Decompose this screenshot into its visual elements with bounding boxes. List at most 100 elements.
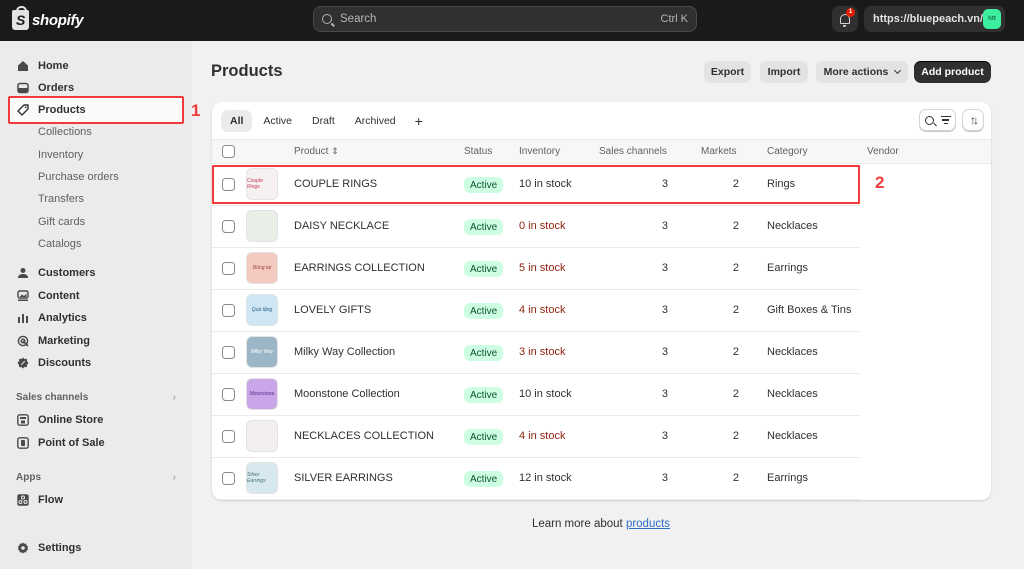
shopify-bag-icon: S <box>12 6 29 30</box>
sidebar-item-content[interactable]: Content <box>16 286 80 306</box>
notifications-button[interactable]: 1 <box>832 6 858 32</box>
row-highlight-box <box>212 165 860 204</box>
sidebar-item-orders[interactable]: Orders <box>16 78 74 98</box>
sidebar-item-label: Customers <box>38 267 96 279</box>
search-placeholder: Search <box>340 13 377 25</box>
sidebar-item-online-store[interactable]: Online Store <box>16 410 103 430</box>
sales-channels-value: 3 <box>661 472 668 484</box>
products-help-link[interactable]: products <box>626 518 670 530</box>
table-row[interactable]: DAISY NECKLACE Active 0 in stock 3 2 Necklace… <box>212 206 860 248</box>
sidebar-subitem-transfers[interactable]: Transfers <box>38 190 84 208</box>
sidebar-item-flow[interactable]: Flow <box>16 490 63 510</box>
more-actions-button[interactable]: More actions <box>816 61 908 83</box>
row-checkbox[interactable] <box>222 346 235 359</box>
product-thumbnail <box>246 420 278 452</box>
search-input[interactable]: Search Ctrl K <box>313 6 697 32</box>
row-checkbox[interactable] <box>222 262 235 275</box>
sidebar-item-analytics[interactable]: Analytics <box>16 308 87 328</box>
inventory-value: 5 in stock <box>519 262 566 274</box>
markets-value: 2 <box>732 220 739 232</box>
sales-channels-value: 3 <box>661 388 668 400</box>
category-value: Necklaces <box>767 430 818 442</box>
sidebar-item-products[interactable]: Products <box>16 100 86 120</box>
product-name[interactable]: Moonstone Collection <box>294 388 400 400</box>
table-row[interactable]: NECKLACES COLLECTION Active 4 in stock 3 2 Ne… <box>212 416 860 458</box>
markets-value: 2 <box>732 304 739 316</box>
shopify-logo[interactable]: S shopify <box>12 6 84 30</box>
product-name[interactable]: EARRINGS COLLECTION <box>294 262 425 274</box>
table-row[interactable]: Milky Way Milky Way Collection Active 3 in … <box>212 332 860 374</box>
select-all-checkbox[interactable] <box>222 145 235 158</box>
add-view-button[interactable]: + <box>407 110 431 132</box>
product-name[interactable]: DAISY NECKLACE <box>294 220 389 232</box>
sidebar-item-label: Flow <box>38 494 64 506</box>
table-row[interactable]: Moonstone Moonstone Collection Active 10 in… <box>212 374 860 416</box>
sidebar-item-home[interactable]: Home <box>16 56 69 76</box>
tab-all[interactable]: All <box>221 110 253 132</box>
column-vendor: Vendor <box>867 146 899 157</box>
sidebar-item-marketing[interactable]: Marketing <box>16 331 90 351</box>
discount-icon <box>16 357 29 370</box>
inbox-icon <box>16 82 29 95</box>
products-table-card: All Active Draft Archived + ↑↓ Product ⇕… <box>212 102 991 500</box>
search-filter-button[interactable] <box>919 109 956 131</box>
sidebar-item-settings[interactable]: Settings <box>16 538 81 558</box>
sidebar-item-point-of-sale[interactable]: Point of Sale <box>16 433 105 453</box>
sales-channels-value: 3 <box>661 430 668 442</box>
sidebar-subitem-collections[interactable]: Collections <box>38 123 92 141</box>
product-name[interactable]: SILVER EARRINGS <box>294 472 393 484</box>
filter-tabs: All Active Draft Archived + <box>221 110 431 132</box>
sidebar-item-customers[interactable]: Customers <box>16 263 95 283</box>
tab-active[interactable]: Active <box>254 110 301 132</box>
thumbnail-text: Milky Way <box>250 349 274 355</box>
table-row[interactable]: Bông tai EARRINGS COLLECTION Active 5 in st… <box>212 248 860 290</box>
sidebar-item-label: Discounts <box>38 357 92 369</box>
thumbnail-text: Bông tai <box>252 265 272 271</box>
flow-icon <box>16 494 29 507</box>
store-menu-button[interactable]: https://bluepeach.vn/ htt <box>864 6 1005 32</box>
sidebar-subitem-catalogs[interactable]: Catalogs <box>38 235 81 253</box>
sidebar-subitem-gift-cards[interactable]: Gift cards <box>38 213 85 231</box>
inventory-value: 10 in stock <box>519 388 572 400</box>
row-checkbox[interactable] <box>222 472 235 485</box>
row-checkbox[interactable] <box>222 388 235 401</box>
row-checkbox[interactable] <box>222 304 235 317</box>
column-label: Product <box>294 146 329 157</box>
product-name[interactable]: LOVELY GIFTS <box>294 304 371 316</box>
column-status: Status <box>464 146 493 157</box>
store-url: https://bluepeach.vn/ <box>873 13 984 25</box>
sidebar-item-label: Products <box>38 104 86 116</box>
table-row[interactable]: Silver Earrings SILVER EARRINGS Active 12 i… <box>212 458 860 500</box>
store-icon <box>16 414 29 427</box>
sales-channels-section[interactable]: Sales channels › <box>16 392 176 403</box>
sidebar-item-discounts[interactable]: Discounts <box>16 353 91 373</box>
row-checkbox[interactable] <box>222 220 235 233</box>
annotation-1: 1 <box>191 101 201 120</box>
tab-draft[interactable]: Draft <box>303 110 344 132</box>
export-button[interactable]: Export <box>704 61 751 83</box>
tab-archived[interactable]: Archived <box>346 110 405 132</box>
inventory-value: 3 in stock <box>519 346 566 358</box>
sidebar-item-label: Online Store <box>38 414 104 426</box>
import-button[interactable]: Import <box>760 61 808 83</box>
markets-value: 2 <box>732 430 739 442</box>
brand-name: shopify <box>32 11 84 29</box>
column-product[interactable]: Product ⇕ <box>294 146 339 157</box>
category-value: Earrings <box>767 262 808 274</box>
gear-icon <box>16 542 29 555</box>
page-title: Products <box>211 62 283 80</box>
product-name[interactable]: Milky Way Collection <box>294 346 395 358</box>
sidebar-subitem-inventory[interactable]: Inventory <box>38 146 83 164</box>
add-product-button[interactable]: Add product <box>914 61 991 83</box>
sort-button[interactable]: ↑↓ <box>962 109 984 131</box>
product-thumbnail: Moonstone <box>246 378 278 410</box>
row-checkbox[interactable] <box>222 430 235 443</box>
product-thumbnail: Quà tặng <box>246 294 278 326</box>
apps-section[interactable]: Apps › <box>16 472 176 483</box>
product-name[interactable]: NECKLACES COLLECTION <box>294 430 434 442</box>
table-row[interactable]: Quà tặng LOVELY GIFTS Active 4 in stock 3 2 Gi… <box>212 290 860 332</box>
sidebar-subitem-purchase-orders[interactable]: Purchase orders <box>38 168 119 186</box>
category-value: Necklaces <box>767 346 818 358</box>
thumbnail-text: Moonstone <box>249 391 275 397</box>
chevron-right-icon: › <box>172 392 176 403</box>
